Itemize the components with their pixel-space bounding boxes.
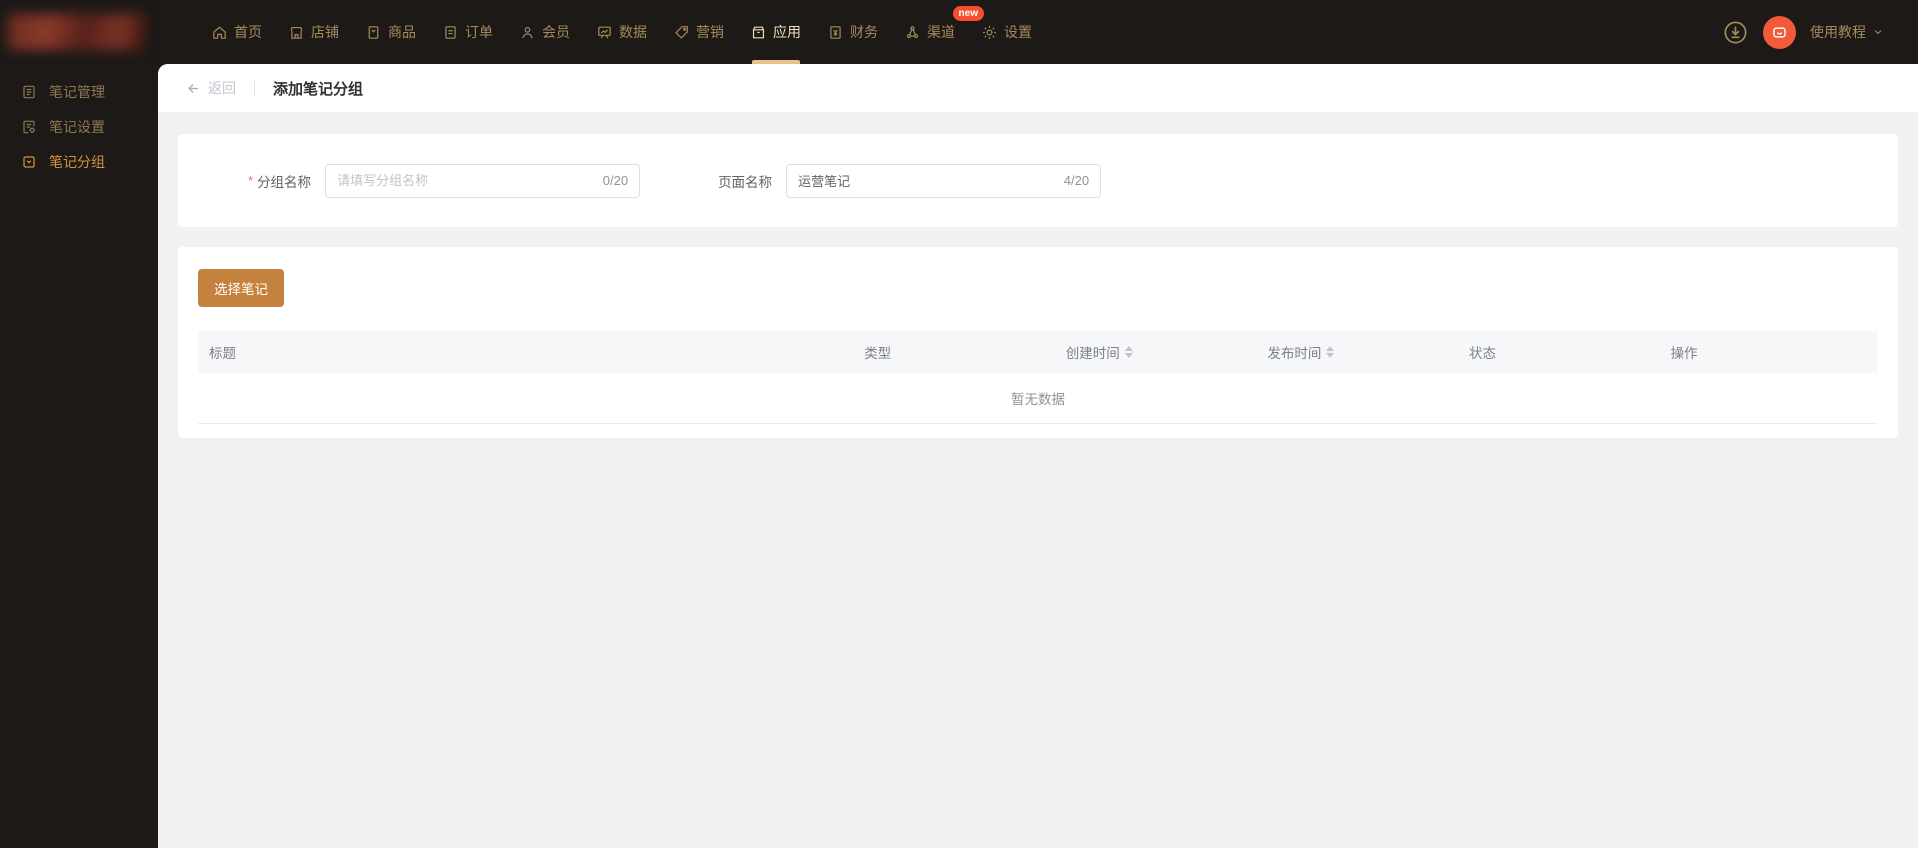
chat-avatar-icon [1773, 26, 1786, 38]
header-divider [254, 80, 255, 96]
topnav-item-settings[interactable]: 设置 [968, 0, 1045, 64]
topnav-item-label: 店铺 [311, 24, 339, 40]
page-name-input[interactable] [798, 173, 1056, 188]
topnav-item-label: 首页 [234, 24, 262, 40]
topnav-item-label: 数据 [619, 24, 647, 40]
sidebar-item-note-groups[interactable]: 笔记分组 [0, 144, 158, 179]
back-arrow-icon [188, 83, 198, 93]
topnav-item-label: 设置 [1004, 24, 1032, 40]
support-avatar-button[interactable] [1763, 15, 1796, 49]
main-area: 返回 添加笔记分组 * 分组名称 0/20 [158, 64, 1918, 848]
group-name-input[interactable] [337, 173, 595, 188]
apps-icon [752, 26, 765, 38]
members-icon [522, 26, 533, 38]
select-notes-button[interactable]: 选择笔记 [198, 269, 284, 307]
topnav-item-channels[interactable]: 渠道 new [891, 0, 984, 64]
column-header-created-time[interactable]: 创建时间 [1055, 342, 1257, 362]
group-name-input-wrap: 0/20 [325, 163, 641, 198]
page-content: * 分组名称 0/20 页面名称 4/20 [158, 112, 1918, 438]
page-name-input-wrap: 4/20 [786, 163, 1102, 198]
note-management-icon [23, 85, 35, 98]
topnav-item-orders[interactable]: 订单 [429, 0, 506, 64]
sort-toggle[interactable] [1326, 346, 1335, 358]
sidebar: 笔记管理 笔记设置 笔记分组 [0, 64, 158, 848]
tutorial-label: 使用教程 [1810, 24, 1866, 40]
topnav-item-home[interactable]: 首页 [198, 0, 275, 64]
download-button[interactable] [1722, 19, 1749, 46]
sidebar-item-label: 笔记分组 [49, 153, 105, 170]
topnav-item-label: 渠道 [927, 24, 955, 40]
data-icon [598, 26, 611, 38]
sort-desc-icon [1326, 353, 1335, 358]
settings-icon [982, 25, 997, 39]
topnav-item-apps[interactable]: 应用 [737, 0, 814, 64]
topnav-item-data[interactable]: 数据 [583, 0, 660, 64]
brand-logo [8, 14, 146, 50]
top-navbar: 首页 店铺 商品 订单 会员 数据 营销 应用 财务 渠道 new 设置 使用教… [0, 0, 1918, 64]
app-window: 首页 店铺 商品 订单 会员 数据 营销 应用 财务 渠道 new 设置 使用教… [0, 0, 1918, 848]
notes-table: 标题 类型 创建时间 发布时间 状态 操作 暂无数据 [198, 331, 1878, 424]
page-title: 添加笔记分组 [273, 80, 364, 98]
required-star: * [248, 173, 254, 188]
topbar-right: 使用教程 [1722, 15, 1884, 49]
topnav-item-label: 订单 [465, 24, 493, 40]
topnav-item-goods[interactable]: 商品 [352, 0, 429, 64]
notes-card: 选择笔记 标题 类型 创建时间 发布时间 状态 操作 暂无数据 [178, 247, 1898, 438]
page-header: 返回 添加笔记分组 [158, 64, 1918, 112]
channels-icon [906, 25, 919, 38]
sort-toggle[interactable] [1124, 346, 1133, 358]
group-name-counter: 0/20 [602, 173, 629, 188]
note-settings-icon [23, 120, 35, 133]
topnav-item-label: 应用 [773, 24, 801, 40]
page-name-counter: 4/20 [1063, 173, 1090, 188]
primary-nav: 首页 店铺 商品 订单 会员 数据 营销 应用 财务 渠道 new 设置 [198, 0, 1045, 64]
page-name-label: 页面名称 [718, 174, 773, 190]
sidebar-item-label: 笔记管理 [49, 83, 105, 100]
goods-icon [368, 25, 379, 39]
group-name-form-item: * 分组名称 0/20 [248, 163, 641, 198]
active-tab-underline [751, 60, 800, 64]
content-frame: 笔记管理 笔记设置 笔记分组 返回 添加笔记分组 * 分组名称 请填写分组名称 … [0, 64, 1918, 848]
table-empty-state: 暂无数据 [198, 373, 1878, 424]
topnav-item-label: 财务 [850, 24, 878, 40]
back-button[interactable]: 返回 [186, 78, 236, 98]
sidebar-item-note-management[interactable]: 笔记管理 [0, 74, 158, 109]
table-header-row: 标题 类型 创建时间 发布时间 状态 操作 [198, 331, 1878, 373]
topnav-item-shop[interactable]: 店铺 [275, 0, 352, 64]
sort-asc-icon [1326, 346, 1335, 351]
download-icon [1724, 21, 1747, 43]
group-name-label: 分组名称 [257, 174, 312, 190]
finance-icon [830, 25, 841, 39]
topnav-item-label: 商品 [388, 24, 416, 40]
column-header-status: 状态 [1468, 346, 1496, 361]
group-form-card: * 分组名称 0/20 页面名称 4/20 [178, 134, 1898, 227]
shop-icon [290, 26, 303, 39]
topnav-item-finance[interactable]: 财务 [814, 0, 891, 64]
sort-asc-icon [1124, 346, 1133, 351]
chevron-down-icon [1874, 30, 1882, 35]
column-header-publish-time[interactable]: 发布时间 [1256, 342, 1458, 362]
column-header-type: 类型 [864, 346, 892, 361]
tutorial-dropdown[interactable]: 使用教程 [1810, 22, 1884, 42]
sidebar-item-label: 笔记设置 [49, 118, 105, 135]
sort-desc-icon [1124, 353, 1133, 358]
topnav-item-members[interactable]: 会员 [506, 0, 583, 64]
home-icon [213, 25, 226, 39]
column-header-actions: 操作 [1670, 346, 1698, 361]
page-name-form-item: 页面名称 4/20 [718, 163, 1102, 198]
sidebar-item-note-settings[interactable]: 笔记设置 [0, 109, 158, 144]
topnav-item-marketing[interactable]: 营销 [660, 0, 737, 64]
topnav-item-label: 会员 [542, 24, 570, 40]
back-label: 返回 [208, 80, 236, 96]
topnav-item-label: 营销 [696, 24, 724, 40]
column-header-title: 标题 [209, 346, 236, 361]
note-groups-icon [23, 155, 35, 168]
marketing-icon [675, 25, 688, 39]
orders-icon [445, 25, 456, 39]
